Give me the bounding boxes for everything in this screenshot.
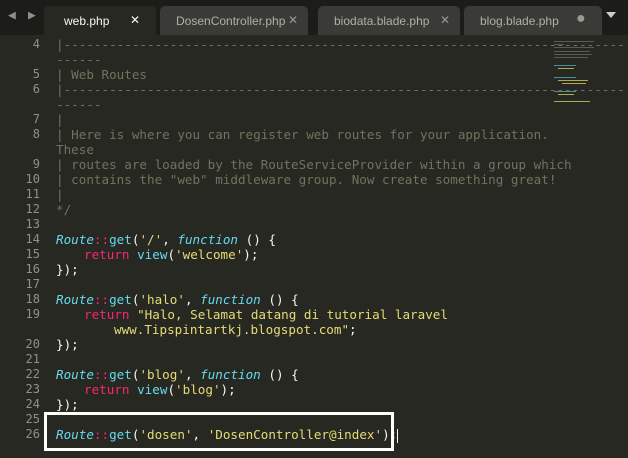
tab-bar: ◀ ▶ web.php ✕ DosenController.php ✕ biod… — [0, 0, 628, 35]
tab-label: DosenController.php — [176, 14, 286, 28]
code-line: Route::get('/', function () { — [56, 232, 276, 247]
code-line: Route::get('blog', function () { — [56, 367, 299, 382]
line-number: 8 — [32, 127, 40, 141]
line-number: 5 — [32, 67, 40, 81]
text-cursor — [397, 428, 399, 443]
code-line: Route::get('halo', function () { — [56, 292, 299, 307]
tab-dosencontroller-php[interactable]: DosenController.php ✕ — [160, 6, 308, 35]
highlight-box — [44, 412, 394, 451]
line-number: 20 — [25, 337, 40, 351]
line-number: 22 — [25, 367, 40, 381]
unsaved-dot-icon[interactable]: ● — [576, 10, 586, 28]
line-number: 13 — [25, 217, 40, 231]
line-number: 18 — [25, 292, 40, 306]
line-number: 19 — [25, 307, 40, 321]
tab-blog-blade-php[interactable]: blog.blade.php ● — [464, 6, 602, 35]
code-line: }); — [56, 397, 79, 412]
code-line: */ — [56, 202, 72, 217]
tab-label: web.php — [64, 14, 110, 28]
close-icon[interactable]: ✕ — [440, 13, 450, 27]
code-line: return view('blog'); — [84, 382, 236, 397]
line-number: 17 — [25, 277, 40, 291]
tab-label: biodata.blade.php — [334, 14, 430, 28]
code-line: | contains the "web" middleware group. N… — [56, 172, 557, 187]
code-line: | routes are loaded by the RouteServiceP… — [56, 157, 572, 172]
code-line: |---------------------------------------… — [56, 82, 625, 97]
tab-biodata-blade-php[interactable]: biodata.blade.php ✕ — [318, 6, 460, 35]
line-number: 9 — [32, 157, 40, 171]
line-number: 16 — [25, 262, 40, 276]
line-number: 7 — [32, 112, 40, 126]
tab-scroll-left-icon[interactable]: ◀ — [8, 8, 16, 23]
line-number: 21 — [25, 352, 40, 366]
close-icon[interactable]: ✕ — [130, 13, 140, 27]
tab-label: blog.blade.php — [480, 14, 559, 28]
tab-scroll-right-icon[interactable]: ▶ — [28, 8, 36, 23]
tab-web-php[interactable]: web.php ✕ — [44, 6, 156, 35]
code-line: return view('welcome'); — [84, 247, 259, 262]
code-line: | — [56, 112, 64, 127]
code-line: | — [56, 187, 64, 202]
line-number: 25 — [25, 412, 40, 426]
line-number: 14 — [25, 232, 40, 246]
minimap[interactable] — [552, 35, 628, 115]
code-line: www.Tipspintartkj.blogspot.com"; — [114, 322, 357, 337]
line-number: 26 — [25, 427, 40, 441]
line-number: 24 — [25, 397, 40, 411]
tab-dropdown-icon[interactable] — [606, 12, 616, 18]
line-number: 10 — [25, 172, 40, 186]
line-number: 23 — [25, 382, 40, 396]
code-line: }); — [56, 337, 79, 352]
code-line: }); — [56, 262, 79, 277]
code-line: | Here is where you can register web rou… — [56, 127, 549, 142]
code-line: | Web Routes — [56, 67, 147, 82]
line-number: 4 — [32, 37, 40, 51]
line-number: 15 — [25, 247, 40, 261]
line-number: 11 — [25, 187, 40, 201]
code-line: These — [56, 142, 94, 157]
code-line: return "Halo, Selamat datang di tutorial… — [84, 307, 448, 322]
close-icon[interactable]: ✕ — [288, 13, 298, 27]
line-number: 12 — [25, 202, 40, 216]
code-line: ------ — [56, 52, 102, 67]
code-editor[interactable]: 4 5 6 7 8 9 10 11 12 13 14 15 16 17 18 1… — [0, 35, 625, 458]
code-line: |---------------------------------------… — [56, 37, 625, 52]
code-line: ------ — [56, 97, 102, 112]
line-number: 6 — [32, 82, 40, 96]
